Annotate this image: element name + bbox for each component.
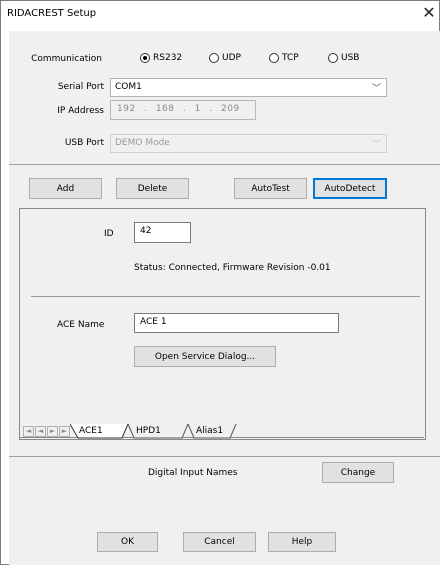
radio-usb[interactable]: USB <box>328 53 359 63</box>
serial-port-select[interactable]: COM1 ﹀ <box>110 78 387 97</box>
serial-port-value: COM1 <box>115 82 142 92</box>
chevron-down-icon: ﹀ <box>371 140 381 150</box>
last-icon[interactable]: ► <box>59 426 70 437</box>
window-title: RIDACREST Setup <box>7 8 97 19</box>
change-button[interactable]: Change <box>322 462 394 483</box>
autotest-button[interactable]: AutoTest <box>234 178 307 199</box>
ip-octet-2: 168 <box>155 104 175 114</box>
usb-port-select[interactable]: DEMO Mode ﹀ <box>110 134 387 153</box>
chevron-down-icon: ﹀ <box>371 84 381 94</box>
autodetect-button[interactable]: AutoDetect <box>313 178 387 199</box>
radio-selected-icon <box>140 53 150 63</box>
digital-input-names-label: Digital Input Names <box>148 468 238 478</box>
add-button[interactable]: Add <box>29 178 102 199</box>
radio-tcp-label: TCP <box>282 53 299 63</box>
delete-button[interactable]: Delete <box>116 178 189 199</box>
prev-icon[interactable]: ◄ <box>35 426 46 437</box>
ok-button[interactable]: OK <box>97 532 158 552</box>
tab-alias1[interactable]: Alias1 <box>196 424 223 438</box>
close-icon[interactable]: ✕ <box>420 3 438 23</box>
usb-port-value: DEMO Mode <box>115 138 170 148</box>
radio-rs232[interactable]: RS232 <box>140 53 182 63</box>
communication-label: Communication <box>31 54 102 64</box>
ace-name-input[interactable]: ACE 1 <box>134 313 339 333</box>
radio-udp-label: UDP <box>222 53 241 63</box>
cancel-button[interactable]: Cancel <box>183 532 256 552</box>
radio-unselected-icon <box>328 53 338 63</box>
help-button[interactable]: Help <box>268 532 336 552</box>
radio-unselected-icon <box>269 53 279 63</box>
serial-port-label: Serial Port <box>57 82 104 92</box>
ip-octet-3: 1 <box>194 104 201 114</box>
usb-port-label: USB Port <box>64 138 104 148</box>
ip-dot: . <box>144 104 148 114</box>
ip-octet-4: 209 <box>220 104 240 114</box>
first-icon[interactable]: ◄ <box>23 426 34 437</box>
ip-dot: . <box>182 104 187 114</box>
next-icon[interactable]: ► <box>47 426 58 437</box>
radio-usb-label: USB <box>341 53 360 63</box>
ip-address-field[interactable]: 192 . 168 . 1 . 209 <box>110 100 256 120</box>
ip-dot: . <box>209 104 213 114</box>
panel-divider <box>31 296 420 297</box>
ip-address-label: IP Address <box>57 106 104 116</box>
status-text: Status: Connected, Firmware Revision -0.… <box>134 263 331 273</box>
id-input[interactable]: 42 <box>134 222 191 243</box>
ace-name-label: ACE Name <box>57 320 105 330</box>
radio-tcp[interactable]: TCP <box>269 53 299 63</box>
tab-ace1[interactable]: ACE1 <box>79 424 103 438</box>
open-service-dialog-button[interactable]: Open Service Dialog... <box>134 346 276 367</box>
ip-octet-1: 192 <box>117 104 136 114</box>
divider <box>9 456 440 457</box>
radio-unselected-icon <box>209 53 219 63</box>
tab-hpd1[interactable]: HPD1 <box>136 424 161 438</box>
id-label: ID <box>104 229 114 239</box>
radio-rs232-label: RS232 <box>153 53 183 63</box>
divider <box>9 164 440 165</box>
radio-udp[interactable]: UDP <box>209 53 241 63</box>
